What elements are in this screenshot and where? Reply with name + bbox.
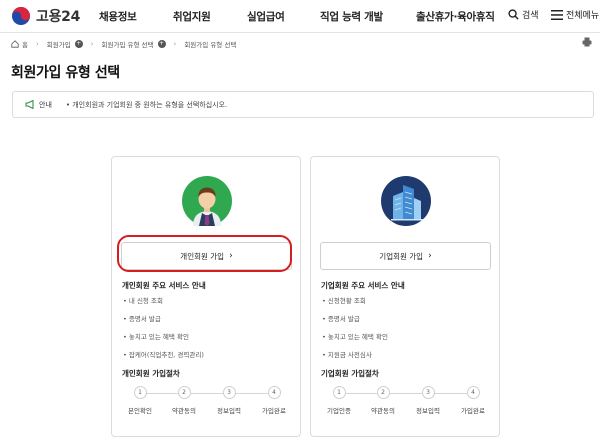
notice-text: • 개인회원과 기업회원 중 원하는 유형을 선택하십시오. (65, 100, 228, 109)
all-menu-label: 전체메뉴 (566, 11, 600, 21)
company-process-steps: 1 기업인증 2 약관동의 3 정보입력 4 가입완료 (317, 386, 495, 416)
menu-unemployment-benefit[interactable]: 실업급여 (247, 9, 285, 24)
step-label: 가입완료 (262, 407, 286, 415)
step-label: 본인확인 (128, 407, 152, 415)
list-item: • 지원금 사전심사 (322, 351, 372, 359)
step-label: 정보입력 (217, 407, 241, 415)
breadcrumb-home[interactable]: 홈 (22, 39, 28, 49)
person-avatar-icon (182, 176, 232, 226)
menu-parental-leave[interactable]: 출산휴가·육아휴직 (416, 9, 495, 24)
top-navigation: 고용24 채용정보 취업지원 실업급여 직업 능력 개발 출산휴가·육아휴직 검… (0, 0, 600, 33)
home-icon[interactable] (11, 40, 19, 48)
breadcrumb-dropdown-icon[interactable]: + (157, 40, 166, 48)
company-process-title: 기업회원 가입절차 (321, 369, 379, 378)
company-join-label: 기업회원 가입 (379, 251, 424, 261)
logo-text: 고용24 (36, 9, 81, 25)
step-number: 3 (222, 386, 236, 399)
breadcrumb-separator-icon: › (173, 40, 177, 48)
personal-process-title: 개인회원 가입절차 (122, 369, 180, 378)
highlight-annotation (117, 235, 292, 272)
breadcrumb: 홈 › 회원가입 + › 회원가입 유형 선택 + › 회원가입 유형 선택 (11, 38, 236, 50)
building-icon (381, 176, 431, 226)
personal-member-card: 개인회원 가입 › 개인회원 주요 서비스 안내 • 내 신청 조회 • 증명서… (111, 156, 301, 437)
taegeuk-logo-icon (12, 7, 30, 25)
step-number: 3 (421, 386, 435, 399)
breadcrumb-signup[interactable]: 회원가입 (47, 39, 71, 49)
all-menu-button[interactable]: 전체메뉴 (551, 8, 599, 21)
personal-service-list: • 내 신청 조회 • 증명서 발급 • 놓치고 있는 혜택 확인 • 잡케어(… (123, 295, 204, 367)
breadcrumb-separator-icon: › (90, 40, 94, 48)
list-item: • 놓치고 있는 혜택 확인 (123, 333, 189, 341)
search-icon (508, 9, 519, 20)
step-number: 1 (332, 386, 346, 399)
list-item: • 증명서 발급 (123, 315, 161, 323)
breadcrumb-separator-icon: › (35, 40, 39, 48)
search-button[interactable]: 검색 (508, 8, 539, 21)
step-number: 4 (267, 386, 281, 399)
list-item: • 놓치고 있는 혜택 확인 (322, 333, 388, 341)
breadcrumb-current: 회원가입 유형 선택 (184, 41, 237, 49)
step-label: 가입완료 (461, 407, 485, 415)
process-step: 1 기업인증 (317, 386, 361, 415)
menu-job-info[interactable]: 채용정보 (99, 9, 137, 24)
process-step: 2 약관동의 (361, 386, 405, 415)
step-label: 정보입력 (416, 407, 440, 415)
process-step: 3 정보입력 (207, 386, 251, 415)
company-service-list: • 신청현황 조회 • 증명서 발급 • 놓치고 있는 혜택 확인 • 지원금 … (322, 295, 388, 367)
menu-vocational-training[interactable]: 직업 능력 개발 (320, 9, 383, 24)
print-icon[interactable] (582, 37, 592, 47)
list-item: • 내 신청 조회 (123, 297, 163, 305)
menu-employment-support[interactable]: 취업지원 (173, 9, 211, 24)
process-step: 2 약관동의 (162, 386, 206, 415)
process-step: 4 가입완료 (451, 386, 495, 415)
breadcrumb-signup-type[interactable]: 회원가입 유형 선택 (102, 39, 154, 49)
notice-box: 안내 • 개인회원과 기업회원 중 원하는 유형을 선택하십시오. (12, 91, 594, 118)
step-label: 약관동의 (371, 407, 395, 415)
search-label: 검색 (522, 11, 539, 21)
list-item: • 증명서 발급 (322, 315, 360, 323)
megaphone-icon (25, 100, 34, 109)
step-number: 1 (133, 386, 147, 399)
chevron-right-icon: › (428, 251, 432, 261)
step-label: 기업인증 (327, 407, 351, 415)
personal-process-steps: 1 본인확인 2 약관동의 3 정보입력 4 가입완료 (118, 386, 296, 416)
company-join-button[interactable]: 기업회원 가입 › (320, 242, 491, 270)
list-item: • 신청현황 조회 (322, 297, 366, 305)
process-step: 3 정보입력 (406, 386, 450, 415)
page-title: 회원가입 유형 선택 (11, 65, 120, 81)
step-number: 2 (376, 386, 390, 399)
step-number: 4 (466, 386, 480, 399)
notice-label: 안내 (39, 100, 52, 109)
company-service-title: 기업회원 주요 서비스 안내 (321, 281, 405, 290)
process-step: 1 본인확인 (118, 386, 162, 415)
list-item: • 잡케어(직업추천, 경력관리) (123, 351, 204, 359)
hamburger-menu-icon (551, 9, 563, 20)
step-number: 2 (177, 386, 191, 399)
breadcrumb-dropdown-icon[interactable]: + (74, 40, 83, 48)
step-label: 약관동의 (172, 407, 196, 415)
process-step: 4 가입완료 (252, 386, 296, 415)
site-logo[interactable]: 고용24 (11, 6, 80, 26)
company-member-card: 기업회원 가입 › 기업회원 주요 서비스 안내 • 신청현황 조회 • 증명서… (310, 156, 500, 437)
personal-service-title: 개인회원 주요 서비스 안내 (122, 281, 206, 290)
